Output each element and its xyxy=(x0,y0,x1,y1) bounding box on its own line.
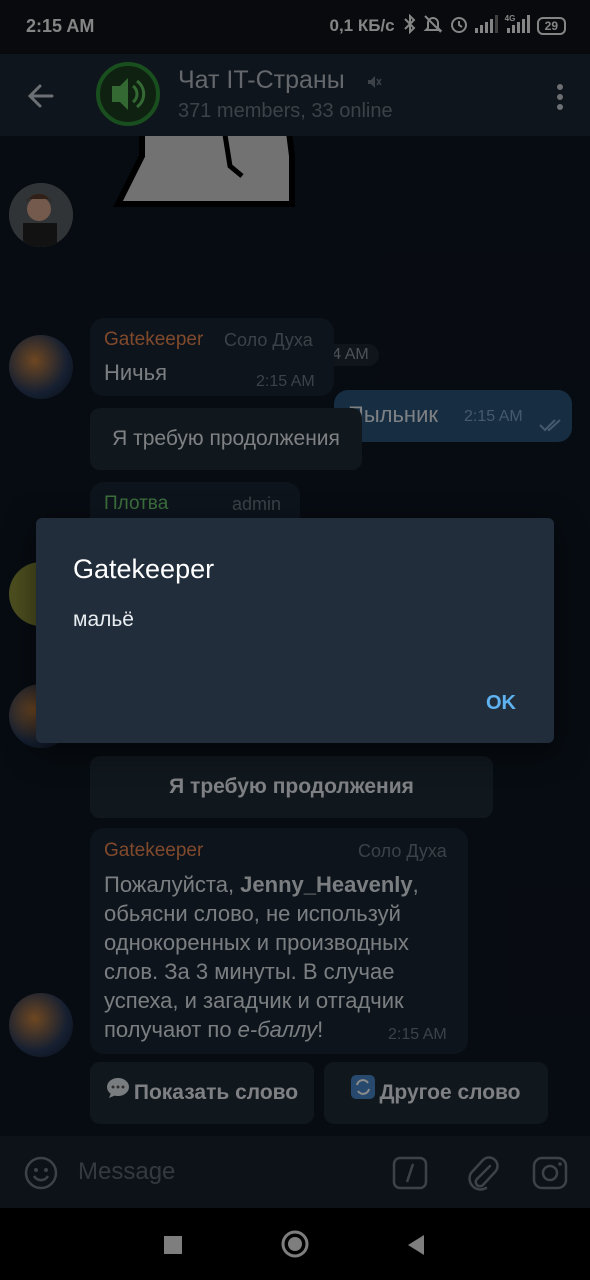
dialog-message: мальё xyxy=(73,608,134,631)
alert-dialog: Gatekeeper мальё OK xyxy=(36,518,554,743)
dialog-title: Gatekeeper xyxy=(73,554,215,584)
ok-button[interactable]: OK xyxy=(486,692,516,715)
